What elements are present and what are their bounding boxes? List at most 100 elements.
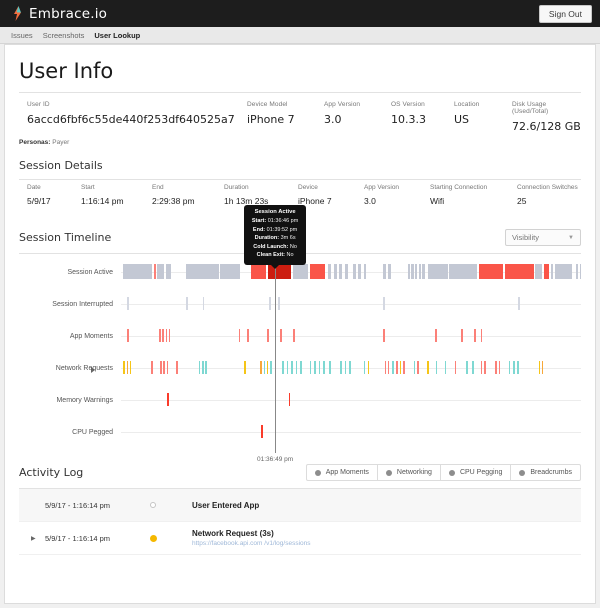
timeline-block[interactable] xyxy=(153,264,156,279)
timeline-tick[interactable] xyxy=(269,297,271,310)
timeline-block[interactable] xyxy=(387,264,391,279)
timeline-block[interactable] xyxy=(427,264,448,279)
timeline-block[interactable] xyxy=(504,264,534,279)
timeline-tick[interactable] xyxy=(466,361,468,374)
timeline-tick[interactable] xyxy=(163,361,165,374)
legend-filter-button[interactable]: Breadcrumbs xyxy=(511,464,581,481)
timeline-block[interactable] xyxy=(344,264,348,279)
timeline-tick[interactable] xyxy=(270,361,272,374)
timeline-block[interactable] xyxy=(478,264,503,279)
timeline-tick[interactable] xyxy=(384,361,387,374)
timeline-tick[interactable] xyxy=(288,393,291,406)
legend-filter-button[interactable]: CPU Pegging xyxy=(440,464,512,481)
timeline-tick[interactable] xyxy=(286,361,289,374)
timeline-tick[interactable] xyxy=(244,361,246,374)
timeline-block[interactable] xyxy=(543,264,550,279)
timeline-tick[interactable] xyxy=(480,361,483,374)
timeline-tick[interactable] xyxy=(427,361,429,374)
timeline-tick[interactable] xyxy=(474,329,476,342)
timeline-tick[interactable] xyxy=(323,361,325,374)
timeline-tick[interactable] xyxy=(166,361,169,374)
timeline-tick[interactable] xyxy=(267,329,269,342)
timeline-cursor-line[interactable] xyxy=(275,263,277,453)
timeline-tick[interactable] xyxy=(367,361,370,374)
timeline-tick[interactable] xyxy=(435,361,438,374)
nav-item-user-lookup[interactable]: User Lookup xyxy=(94,31,140,40)
timeline-tick[interactable] xyxy=(300,361,302,374)
timeline-tick[interactable] xyxy=(538,361,541,374)
timeline-tick[interactable] xyxy=(498,361,501,374)
timeline-tick[interactable] xyxy=(165,329,168,342)
timeline-tick[interactable] xyxy=(291,361,293,374)
timeline-block[interactable] xyxy=(550,264,554,279)
timeline-tick[interactable] xyxy=(383,329,385,342)
timeline-tick[interactable] xyxy=(512,361,515,374)
timeline-tick[interactable] xyxy=(162,329,164,342)
timeline-tick[interactable] xyxy=(339,361,342,374)
caret-right-icon[interactable]: ▶ xyxy=(31,535,45,542)
timeline-lane[interactable] xyxy=(121,264,582,281)
timeline-tick[interactable] xyxy=(129,361,132,374)
timeline-block[interactable] xyxy=(448,264,478,279)
timeline-tick[interactable] xyxy=(167,393,169,406)
timeline-tick[interactable] xyxy=(205,361,207,374)
timeline-tick[interactable] xyxy=(160,361,162,374)
legend-filter-button[interactable]: App Moments xyxy=(305,464,378,481)
timeline-tick[interactable] xyxy=(126,297,129,310)
timeline-lane[interactable] xyxy=(121,360,581,377)
timeline-tick[interactable] xyxy=(159,329,161,342)
timeline-block[interactable] xyxy=(339,264,343,279)
timeline-tick[interactable] xyxy=(314,361,316,374)
timeline-tick[interactable] xyxy=(309,361,312,374)
timeline-tick[interactable] xyxy=(383,297,385,310)
timeline-block[interactable] xyxy=(579,264,582,279)
timeline-tick[interactable] xyxy=(480,329,483,342)
timeline-block[interactable] xyxy=(186,264,219,279)
timeline-tick[interactable] xyxy=(282,361,284,374)
timeline-tick[interactable] xyxy=(508,361,511,374)
timeline-tick[interactable] xyxy=(123,361,125,374)
timeline-tick[interactable] xyxy=(417,361,419,374)
timeline-tick[interactable] xyxy=(247,329,249,342)
timeline-tick[interactable] xyxy=(541,361,544,374)
timeline-tick[interactable] xyxy=(201,361,204,374)
timeline-tick[interactable] xyxy=(202,297,205,310)
timeline-tick[interactable] xyxy=(127,329,130,342)
timeline-tick[interactable] xyxy=(435,329,437,342)
timeline-tick[interactable] xyxy=(259,361,262,374)
timeline-tick[interactable] xyxy=(494,361,497,374)
timeline-tick[interactable] xyxy=(176,361,178,374)
timeline-block[interactable] xyxy=(358,264,361,279)
timeline-block[interactable] xyxy=(220,264,240,279)
timeline-block[interactable] xyxy=(418,264,421,279)
timeline-block[interactable] xyxy=(333,264,337,279)
timeline-tick[interactable] xyxy=(517,361,519,374)
timeline-tick[interactable] xyxy=(471,361,474,374)
timeline-tick[interactable] xyxy=(261,425,263,438)
timeline-block[interactable] xyxy=(383,264,386,279)
timeline-lane[interactable] xyxy=(121,328,581,345)
activity-log-row[interactable]: ▶ 5/9/17 - 1:16:14 pm Network Request (3s)… xyxy=(19,522,581,555)
timeline-tick[interactable] xyxy=(484,361,486,374)
timeline-block[interactable] xyxy=(309,264,326,279)
timeline-block[interactable] xyxy=(328,264,332,279)
timeline-tick[interactable] xyxy=(413,361,416,374)
legend-filter-button[interactable]: Networking xyxy=(377,464,441,481)
timeline-tick[interactable] xyxy=(344,361,347,374)
timeline-tick[interactable] xyxy=(517,297,520,310)
timeline-tick[interactable] xyxy=(349,361,351,374)
timeline-tick[interactable] xyxy=(168,329,171,342)
timeline-block[interactable] xyxy=(422,264,425,279)
timeline-tick[interactable] xyxy=(293,329,295,342)
timeline-tick[interactable] xyxy=(454,361,457,374)
timeline-tick[interactable] xyxy=(391,361,394,374)
timeline-tick[interactable] xyxy=(444,361,447,374)
timeline-block[interactable] xyxy=(363,264,367,279)
session-timeline[interactable]: Session Active Session Interrupted App Mom… xyxy=(19,205,582,463)
timeline-tick[interactable] xyxy=(198,361,201,374)
timeline-block[interactable] xyxy=(535,264,543,279)
timeline-block[interactable] xyxy=(157,264,165,279)
timeline-tick[interactable] xyxy=(266,361,269,374)
timeline-tick[interactable] xyxy=(363,361,366,374)
nav-item-issues[interactable]: Issues xyxy=(11,31,33,40)
